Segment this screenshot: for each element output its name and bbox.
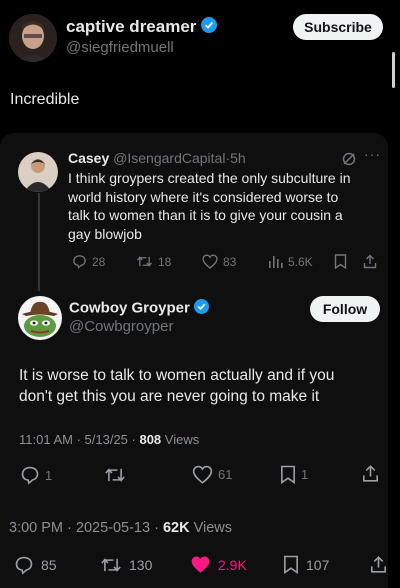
casey-like-count: 83 [223, 254, 237, 269]
casey-avatar-photo [18, 152, 58, 192]
cowboy-tweet-text: It is worse to talk to women actually an… [19, 365, 384, 407]
cowboy-tweet-meta: 11:01 AM · 5/13/25 · 808 Views [19, 432, 200, 447]
cowboy-time[interactable]: 11:01 AM [19, 432, 73, 447]
thread-line [38, 193, 40, 291]
cowboy-text-line: don't get this you are never going to ma… [19, 388, 320, 405]
heart-icon [192, 465, 213, 484]
cowboy-reply-button[interactable]: 1 [20, 465, 52, 485]
main-reply-button[interactable]: 85 [14, 555, 57, 575]
reply-icon [21, 466, 39, 485]
share-icon [363, 254, 377, 269]
cowboy-views-count: 808 [139, 432, 162, 447]
casey-like-button[interactable]: 83 [202, 254, 236, 269]
share-icon [363, 465, 378, 482]
cowboy-name[interactable]: Cowboy Groyper [69, 299, 190, 316]
cowboy-name-row: Cowboy Groyper [69, 299, 210, 318]
casey-text-line: world history where it's considered wors… [68, 188, 339, 205]
main-like-button[interactable]: 2.9K [190, 555, 247, 574]
casey-views-count: 5.6K [288, 254, 313, 269]
casey-bookmark-button[interactable] [334, 254, 347, 269]
author-name[interactable]: captive dreamer [66, 17, 196, 36]
follow-button[interactable]: Follow [310, 296, 380, 322]
bookmark-icon [334, 254, 347, 269]
profile-avatar[interactable] [9, 14, 57, 62]
main-views-count: 62K [162, 520, 190, 536]
main-retweet-button[interactable]: 130 [100, 555, 152, 575]
retweet-icon [105, 468, 125, 482]
reply-icon [73, 255, 86, 269]
casey-share-button[interactable] [363, 254, 377, 269]
reply-icon [15, 556, 33, 575]
cowboy-date[interactable]: 5/13/25 [85, 432, 128, 447]
retweet-icon [101, 558, 121, 572]
bookmark-icon [281, 465, 295, 484]
casey-tweet-text: I think groypers created the only subcul… [68, 169, 378, 243]
main-views-label: Views [193, 520, 233, 536]
cowboy-avatar[interactable] [18, 296, 62, 340]
pepe-cowboy-avatar [18, 296, 62, 340]
main-date[interactable]: 2025-05-13 [76, 520, 150, 536]
cowboy-reply-count: 1 [45, 467, 53, 483]
cowboy-bookmark-count: 1 [301, 467, 309, 482]
casey-text-line: talk to women than it is to give your co… [68, 207, 343, 223]
cowboy-retweet-button[interactable] [104, 465, 126, 485]
heart-icon [202, 254, 218, 269]
share-icon [371, 556, 386, 573]
main-bookmark-button[interactable]: 107 [283, 555, 329, 574]
cowboy-like-button[interactable]: 61 [192, 465, 232, 484]
casey-retweet-count: 18 [158, 254, 172, 269]
author-name-row: captive dreamer [66, 17, 218, 38]
main-tweet-meta: 3:00 PM · 2025-05-13 · 62K Views [9, 520, 233, 536]
casey-retweet-button[interactable]: 18 [136, 254, 171, 269]
main-reply-count: 85 [41, 557, 57, 573]
views-icon [269, 256, 283, 268]
casey-avatar[interactable] [18, 152, 58, 192]
casey-handle[interactable]: @IsengardCapital [113, 150, 225, 166]
main-share-button[interactable] [370, 555, 387, 574]
main-time[interactable]: 3:00 PM [9, 520, 63, 536]
subscribe-button[interactable]: Subscribe [293, 14, 383, 40]
main-like-count: 2.9K [218, 556, 247, 573]
avatar-photo [9, 14, 57, 62]
verified-badge-icon [194, 299, 210, 318]
casey-reply-button[interactable]: 28 [72, 254, 105, 269]
casey-views-button[interactable]: 5.6K [268, 254, 313, 269]
verified-badge-icon [201, 17, 218, 38]
casey-reply-count: 28 [92, 254, 106, 269]
cowboy-handle[interactable]: @Cowbgroyper [69, 318, 173, 335]
cowboy-views-label: Views [164, 432, 200, 447]
casey-text-line: gay blowjob [68, 225, 142, 242]
heart-filled-icon [191, 556, 210, 573]
bookmark-icon [284, 555, 298, 574]
casey-header: Casey @IsengardCapital·5h [68, 150, 246, 166]
cowboy-text-line: It is worse to talk to women actually an… [19, 367, 335, 384]
main-retweet-count: 130 [129, 557, 153, 573]
casey-text-line: I think groypers created the only subcul… [68, 170, 351, 186]
cowboy-bookmark-button[interactable]: 1 [280, 465, 308, 484]
casey-name[interactable]: Casey [68, 150, 109, 166]
more-options-icon[interactable]: ··· [364, 146, 381, 162]
retweet-icon [136, 256, 153, 267]
author-handle[interactable]: @siegfriedmuell [66, 39, 174, 56]
casey-time[interactable]: 5h [230, 150, 246, 166]
tweet-comment: Incredible [10, 91, 80, 108]
cowboy-share-button[interactable] [362, 464, 379, 483]
cowboy-like-count: 61 [218, 467, 233, 482]
scrollbar[interactable] [392, 52, 395, 88]
main-bookmark-count: 107 [306, 556, 330, 573]
